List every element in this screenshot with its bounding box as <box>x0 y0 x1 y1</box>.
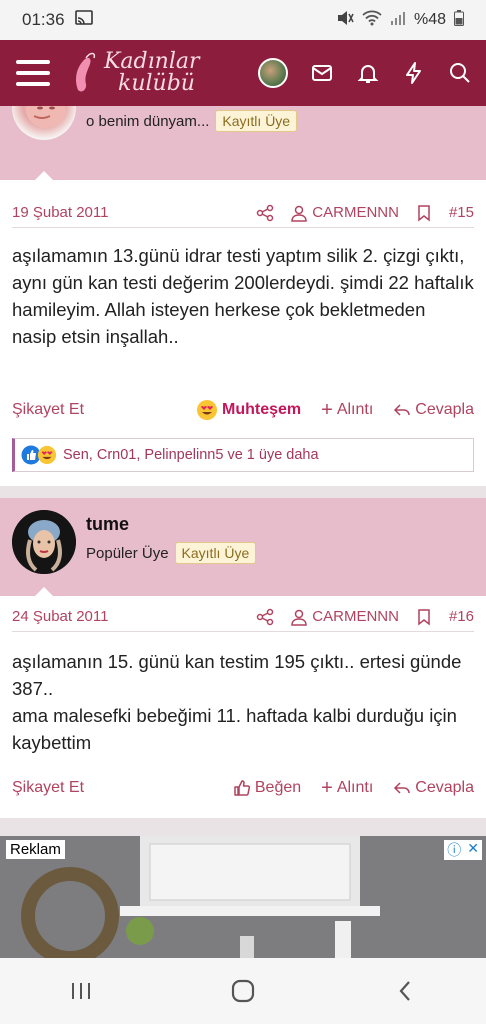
wifi-icon <box>362 10 382 31</box>
status-time: 01:36 <box>22 10 65 29</box>
post-date[interactable]: 19 Şubat 2011 <box>12 204 108 221</box>
post-meta: 19 Şubat 2011 CARMENNN #15 <box>12 198 474 228</box>
reply-icon <box>394 782 411 794</box>
user-title: o benim dünyam... <box>86 112 210 130</box>
cast-icon <box>74 9 93 31</box>
reaction-label: Muhteşem <box>222 401 302 418</box>
post-actions: Şikayet Et Muhteşem + Alıntı Cevapla <box>12 396 474 424</box>
post-author[interactable]: CARMENNN <box>290 204 399 222</box>
reply-button[interactable]: Cevapla <box>393 401 474 419</box>
mute-icon <box>336 10 354 31</box>
avatar[interactable] <box>12 106 76 140</box>
ballet-shoe-icon <box>76 52 96 92</box>
logo-text-line2: kulübü <box>118 71 195 96</box>
reply-label: Cevapla <box>415 779 474 796</box>
site-header: Kadınlar kulübü <box>0 40 486 106</box>
member-badge: Kayıtlı Üye <box>215 110 298 132</box>
battery-percent: %48 <box>413 11 446 28</box>
adchoices-icon[interactable]: ⓘ ✕ <box>444 840 482 860</box>
info-icon[interactable]: ⓘ <box>447 840 461 860</box>
battery-icon <box>454 9 464 31</box>
user-info-band: tume Popüler Üye Kayıtlı Üye <box>0 498 486 597</box>
user-icon <box>291 205 308 222</box>
post-number[interactable]: #15 <box>449 204 474 221</box>
user-icon <box>291 609 308 626</box>
bubble-notch <box>34 171 54 181</box>
reactions-text: Sen, Crn01, Pelinpelinn5 ve 1 üye daha <box>63 447 319 463</box>
post-date[interactable]: 24 Şubat 2011 <box>12 608 108 625</box>
user-avatar[interactable] <box>258 58 288 88</box>
quote-label: Alıntı <box>336 779 374 796</box>
user-info-band: birce3535 o benim dünyam... Kayıtlı Üye <box>0 106 486 181</box>
user-title: Popüler Üye <box>86 544 169 562</box>
thumbs-up-icon <box>234 780 250 796</box>
back-icon[interactable] <box>390 976 420 1006</box>
report-link[interactable]: Şikayet Et <box>12 401 84 419</box>
status-bar: 01:36 %48 <box>0 0 486 40</box>
bubble-notch <box>34 587 54 597</box>
post-15: birce3535 o benim dünyam... Kayıtlı Üye … <box>0 106 486 486</box>
reply-icon <box>394 404 411 416</box>
quote-label: Alıntı <box>336 401 374 418</box>
ad-label: Reklam <box>6 840 65 859</box>
like-button[interactable]: Beğen <box>233 779 301 797</box>
reaction-button[interactable]: Muhteşem <box>196 399 301 421</box>
reply-label: Cevapla <box>415 401 474 418</box>
post-actions: Şikayet Et Beğen + Alıntı Cevapla <box>12 774 474 802</box>
ad-image <box>0 836 486 958</box>
reactions-summary[interactable]: Sen, Crn01, Pelinpelinn5 ve 1 üye daha <box>12 438 474 472</box>
post-body-line2: ama malesefki bebeğimi 11. haftada kalbi… <box>12 705 457 753</box>
plus-icon: + <box>321 777 333 799</box>
home-icon[interactable] <box>228 976 258 1006</box>
plus-icon: + <box>321 399 333 421</box>
share-icon[interactable] <box>256 204 274 222</box>
heart-eyes-emoji-icon <box>37 445 57 465</box>
logo-text-line1: Kadınlar <box>104 49 200 74</box>
post-body-line1: aşılamanın 15. günü kan testim 195 çıktı… <box>12 651 462 699</box>
quote-button[interactable]: + Alıntı <box>321 777 374 799</box>
search-icon[interactable] <box>448 61 472 85</box>
share-icon[interactable] <box>256 608 274 626</box>
quote-button[interactable]: + Alıntı <box>321 399 374 421</box>
member-badge: Kayıtlı Üye <box>174 542 257 564</box>
bookmark-icon[interactable] <box>415 204 433 222</box>
user-title-row: Popüler Üye Kayıtlı Üye <box>86 542 257 564</box>
site-logo[interactable]: Kadınlar kulübü <box>72 50 200 96</box>
bookmark-icon[interactable] <box>415 608 433 626</box>
recent-apps-icon[interactable] <box>66 976 96 1006</box>
lightning-icon[interactable] <box>402 61 426 85</box>
post-body: aşılamamın 13.günü idrar testi yaptım si… <box>12 245 474 347</box>
report-link[interactable]: Şikayet Et <box>12 779 84 797</box>
author-name: CARMENNN <box>312 204 399 221</box>
menu-icon[interactable] <box>16 60 50 86</box>
like-label: Beğen <box>254 779 302 796</box>
thread-content: birce3535 o benim dünyam... Kayıtlı Üye … <box>0 106 486 958</box>
username[interactable]: tume <box>86 514 129 535</box>
post-number[interactable]: #16 <box>449 608 474 625</box>
avatar[interactable] <box>12 510 76 574</box>
post-meta: 24 Şubat 2011 CARMENNN #16 <box>12 602 474 632</box>
post-author[interactable]: CARMENNN <box>290 608 399 626</box>
post-body: aşılamanın 15. günü kan testim 195 çıktı… <box>12 648 474 756</box>
user-title-row: o benim dünyam... Kayıtlı Üye <box>86 110 298 132</box>
mail-icon[interactable] <box>310 61 334 85</box>
signal-icon <box>390 10 406 31</box>
reply-button[interactable]: Cevapla <box>393 779 474 797</box>
author-name: CARMENNN <box>312 608 399 625</box>
android-nav-bar <box>0 958 486 1024</box>
post-16: tume Popüler Üye Kayıtlı Üye 24 Şubat 20… <box>0 498 486 818</box>
close-icon[interactable]: ✕ <box>467 840 479 860</box>
bell-icon[interactable] <box>356 61 380 85</box>
heart-eyes-emoji-icon <box>197 400 218 420</box>
advertisement[interactable]: Reklam ⓘ ✕ <box>0 836 486 958</box>
